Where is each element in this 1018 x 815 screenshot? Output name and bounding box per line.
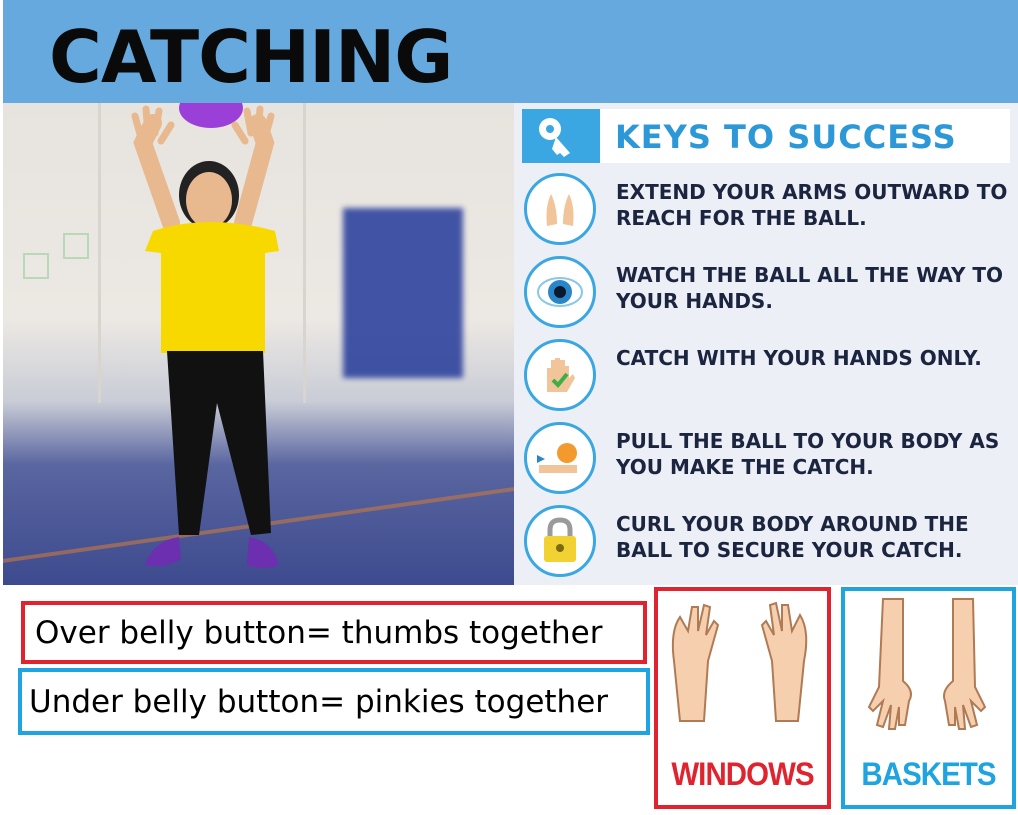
key-item: EXTEND YOUR ARMS OUTWARD TO REACH FOR TH… — [524, 173, 1014, 251]
keys-header: KEYS TO SUCCESS — [522, 109, 1010, 163]
windows-grip-card: WINDOWS — [654, 587, 831, 809]
eye-icon — [524, 256, 596, 328]
rule-over-belly-button: Over belly button= thumbs together — [21, 601, 647, 664]
key-text: CATCH WITH YOUR HANDS ONLY. — [616, 346, 982, 370]
key-item: PULL THE BALL TO YOUR BODY AS YOU MAKE T… — [524, 422, 1014, 500]
keys-title: KEYS TO SUCCESS — [615, 118, 957, 156]
key-text: PULL THE BALL TO YOUR BODY AS YOU MAKE T… — [616, 429, 1000, 479]
key-text: EXTEND YOUR ARMS OUTWARD TO REACH FOR TH… — [616, 180, 1008, 230]
key-text: CURL YOUR BODY AROUND THE BALL TO SECURE… — [616, 512, 969, 562]
rule-under-belly-button: Under belly button= pinkies together — [18, 668, 650, 735]
keys-to-success-panel: KEYS TO SUCCESS EXTEND YOUR ARMS OUTWARD… — [514, 103, 1018, 585]
key-text: WATCH THE BALL ALL THE WAY TO YOUR HANDS… — [616, 263, 1004, 313]
lowered-hands-icon — [867, 598, 987, 730]
windows-label: WINDOWS — [671, 756, 814, 792]
hand-check-icon — [524, 339, 596, 411]
key-icon — [522, 109, 600, 163]
key-item: WATCH THE BALL ALL THE WAY TO YOUR HANDS… — [524, 256, 1014, 334]
header-bar: CATCHING — [3, 0, 1018, 103]
pull-ball-icon — [524, 422, 596, 494]
raised-hands-icon — [671, 601, 808, 722]
baskets-label: BASKETS — [861, 756, 996, 792]
reaching-hands-icon — [524, 173, 596, 245]
padlock-icon — [524, 505, 596, 577]
baskets-grip-card: BASKETS — [841, 587, 1016, 809]
player-figure — [131, 103, 279, 568]
key-item: CURL YOUR BODY AROUND THE BALL TO SECURE… — [524, 505, 1014, 583]
key-item: CATCH WITH YOUR HANDS ONLY. — [524, 339, 1014, 417]
page-title: CATCHING — [49, 15, 453, 99]
shirt — [145, 222, 279, 353]
catching-illustration — [3, 103, 514, 585]
